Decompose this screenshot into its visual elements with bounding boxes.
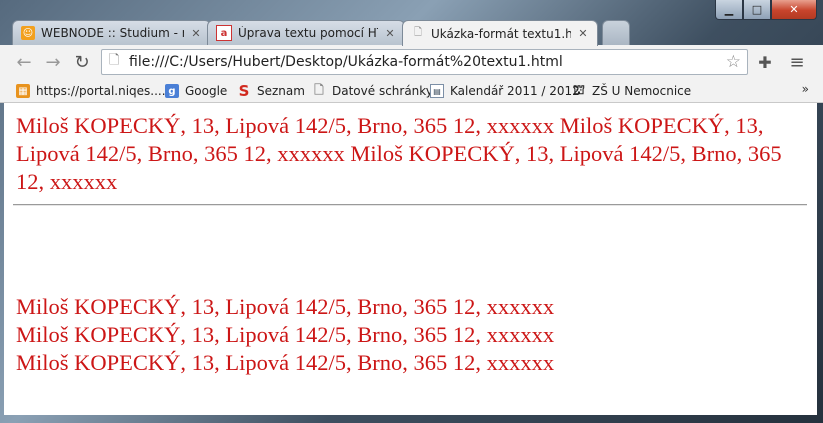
line-list: Miloš KOPECKÝ, 13, Lipová 142/5, Brno, 3… [16,293,806,377]
reload-button[interactable]: ↻ [71,51,93,73]
tab-webnode[interactable]: ☺ WEBNODE :: Studium - m ✕ [12,20,211,45]
tab-title: Ukázka-formát textu1.htm [431,26,571,41]
bookmark-datove-schranky[interactable]: 🗋 Datové schránky [312,82,433,100]
bookmarks-more-button[interactable]: » [802,82,809,96]
bookmark-label: https://portal.niqes.... [36,84,166,98]
bookmark-seznam[interactable]: S Seznam [237,82,305,100]
bookmark-kalendar[interactable]: ▤ Kalendář 2011 / 2012 [430,82,580,100]
bookmark-label: Google [185,84,228,98]
bookmark-google[interactable]: g Google [165,82,227,100]
toolbar: ← → ↻ 🗋 file:///C:/Users/Hubert/Desktop/… [0,45,823,78]
forward-button[interactable]: → [42,51,64,73]
page-icon: 🗋 [413,27,423,38]
url-text[interactable]: file:///C:/Users/Hubert/Desktop/Ukázka-f… [129,54,563,70]
tab-close-icon[interactable]: ✕ [577,27,589,40]
text-line: Miloš KOPECKÝ, 13, Lipová 142/5, Brno, 3… [16,350,555,375]
text-line: Miloš KOPECKÝ, 13, Lipová 142/5, Brno, 3… [16,294,555,319]
a-icon: a [216,25,232,41]
portal-icon: ▦ [16,84,30,98]
maximize-button[interactable]: □ [743,0,771,20]
calendar-icon: ▤ [430,84,444,98]
tab-close-icon[interactable]: ✕ [190,27,202,40]
bookmark-star-icon[interactable]: ☆ [726,52,741,72]
page-icon: 🗋 [109,53,120,68]
new-tab-button[interactable] [602,20,630,45]
menu-icon[interactable]: ≡ [786,51,808,73]
bookmark-label: Seznam [257,84,305,98]
tab-strip: ☺ WEBNODE :: Studium - m ✕ a Úprava text… [10,20,823,46]
page-content: Miloš KOPECKÝ, 13, Lipová 142/5, Brno, 3… [4,103,817,415]
tab-close-icon[interactable]: ✕ [384,27,396,40]
google-icon: g [165,84,179,98]
page-icon: 🗋 [314,82,324,97]
minimize-button[interactable]: ▁ [715,0,743,20]
bookmark-portal[interactable]: ▦ https://portal.niqes.... [16,82,166,100]
horizontal-rule [13,204,807,206]
browser-window: ▁ □ ✕ ☺ WEBNODE :: Studium - m ✕ a Úprav… [0,0,823,423]
paragraph-text: Miloš KOPECKÝ, 13, Lipová 142/5, Brno, 3… [16,113,782,194]
window-controls: ▁ □ ✕ [715,0,817,20]
bookmark-label: Kalendář 2011 / 2012 [450,84,580,98]
text-line: Miloš KOPECKÝ, 13, Lipová 142/5, Brno, 3… [16,322,555,347]
tab-title: WEBNODE :: Studium - m [41,26,184,40]
bookmarks-bar: ▦ https://portal.niqes.... g Google S Se… [0,78,823,103]
close-window-button[interactable]: ✕ [771,0,817,20]
tab-title: Úprava textu pomocí HTM [238,26,378,40]
back-button[interactable]: ← [13,51,35,73]
seznam-icon: S [238,82,250,100]
bookmark-zs-u-nemocnice[interactable]: ⛫ ZŠ U Nemocnice [572,82,691,100]
tab-ukazka-format[interactable]: 🗋 Ukázka-formát textu1.htm ✕ [402,20,598,46]
address-bar[interactable]: 🗋 file:///C:/Users/Hubert/Desktop/Ukázka… [101,49,748,75]
tab-uprava-textu[interactable]: a Úprava textu pomocí HTM ✕ [207,20,405,45]
bookmark-label: ZŠ U Nemocnice [592,84,692,98]
webnode-icon: ☺ [21,26,35,40]
school-icon: ⛫ [573,82,585,98]
extensions-puzzle-icon[interactable]: ✚ [754,51,776,73]
bookmark-label: Datové schránky [332,84,433,98]
